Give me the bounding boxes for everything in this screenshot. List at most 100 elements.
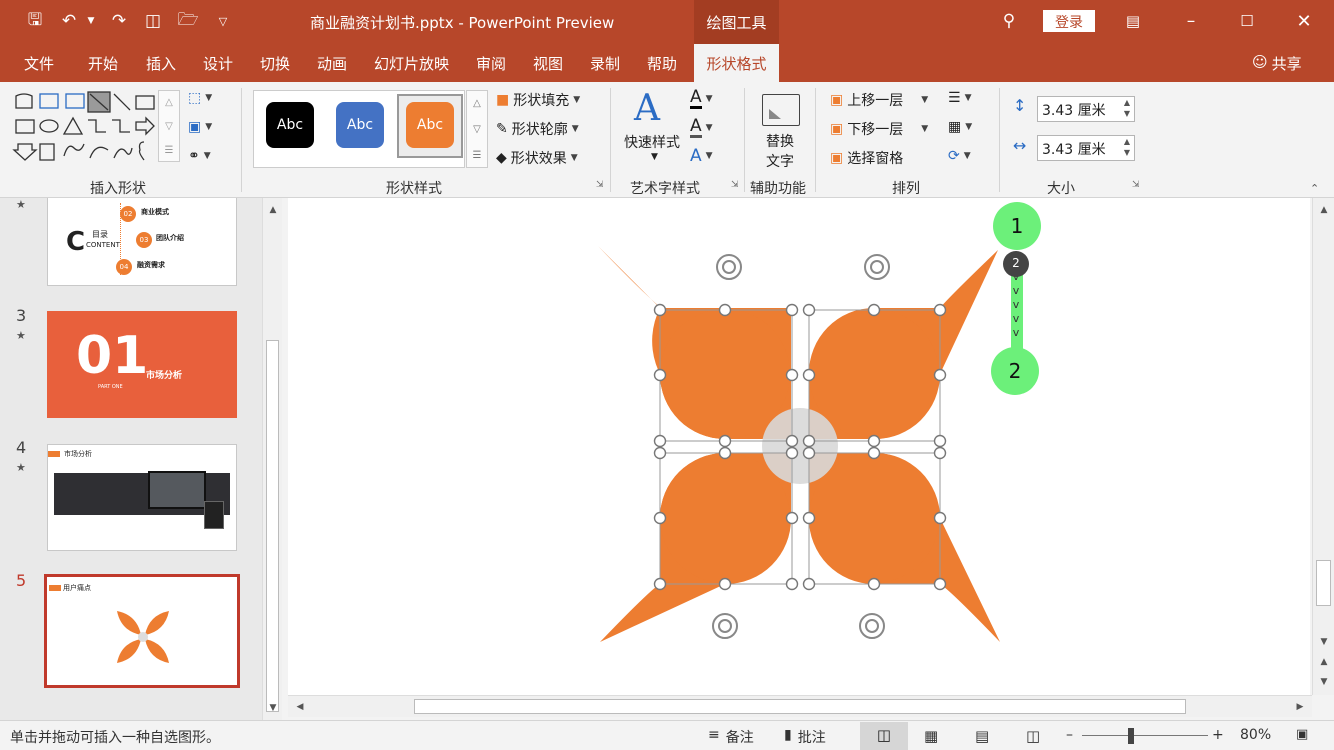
tab-review[interactable]: 审阅 bbox=[476, 53, 506, 74]
quick-styles-icon: A bbox=[634, 88, 660, 129]
slide-canvas[interactable]: v v v v v 1 2 2 bbox=[288, 198, 1310, 695]
canvas-horizontal-scrollbar[interactable]: ◀ ▶ bbox=[288, 695, 1312, 717]
annotation-label-mid: 2 bbox=[1012, 256, 1020, 270]
zoom-slider-thumb[interactable] bbox=[1128, 728, 1134, 744]
slideshow-icon[interactable]: ◫ bbox=[1026, 727, 1040, 745]
quick-styles-dropdown[interactable]: ▼ bbox=[651, 152, 658, 162]
maximize-icon[interactable]: ☐ bbox=[1234, 8, 1260, 34]
zoom-out-icon[interactable]: – bbox=[1066, 727, 1073, 743]
ribbon-display-icon[interactable]: ▤ bbox=[1120, 8, 1146, 34]
scroll-thumb[interactable] bbox=[414, 699, 1186, 714]
shape-effects-button[interactable]: ◆ 形状效果 ▼ bbox=[496, 148, 578, 168]
shape-fill-button[interactable]: ■ 形状填充 ▼ bbox=[496, 90, 580, 110]
tab-help[interactable]: 帮助 bbox=[647, 53, 677, 74]
save-icon[interactable]: 🖫 bbox=[22, 8, 48, 34]
shape-height-input[interactable]: 3.43 厘米 ▲ ▼ bbox=[1037, 96, 1135, 122]
slide-thumbnail-2[interactable]: C 目录 CONTENT 02 商业模式 03 团队介绍 04 融资需求 bbox=[47, 198, 237, 286]
login-button[interactable]: 登录 bbox=[1043, 10, 1095, 32]
spinner-icon[interactable]: ▲ ▼ bbox=[1124, 97, 1130, 119]
normal-view-button[interactable]: ◫ bbox=[860, 722, 908, 750]
scroll-down-icon[interactable]: ▼ bbox=[1316, 634, 1332, 650]
thumbnails-scrollbar[interactable]: ▲ ▼ bbox=[262, 198, 282, 720]
styles-gallery-scroll[interactable]: △ ▽ ☰ bbox=[466, 90, 488, 168]
tab-animations[interactable]: 动画 bbox=[317, 53, 347, 74]
tab-design[interactable]: 设计 bbox=[203, 53, 233, 74]
shapes-gallery-scroll[interactable]: △ ▽ ☰ bbox=[158, 90, 180, 162]
tab-transitions[interactable]: 切换 bbox=[260, 53, 290, 74]
previous-slide-icon[interactable]: ▲ bbox=[1316, 654, 1332, 670]
share-button[interactable]: ☺ 共享 bbox=[1252, 53, 1302, 74]
minimize-icon[interactable]: – bbox=[1178, 8, 1204, 34]
scroll-down-icon[interactable]: ▼ bbox=[265, 700, 281, 716]
notes-button[interactable]: ≡ 备注 bbox=[708, 727, 754, 747]
shape-width-input[interactable]: 3.43 厘米 ▲ ▼ bbox=[1037, 135, 1135, 161]
style-sample-orange[interactable]: Abc bbox=[406, 102, 454, 148]
redo-icon[interactable]: ↷ bbox=[106, 8, 132, 34]
tab-shape-format[interactable]: 形状格式 bbox=[694, 44, 779, 82]
tab-file[interactable]: 文件 bbox=[24, 53, 54, 74]
tab-slideshow[interactable]: 幻灯片放映 bbox=[374, 53, 449, 74]
slide3-caption: PART ONE bbox=[98, 384, 123, 390]
customize-qat-icon[interactable]: ▽ bbox=[210, 8, 236, 34]
scroll-left-icon[interactable]: ◀ bbox=[292, 699, 308, 715]
zoom-level[interactable]: 80% bbox=[1240, 727, 1271, 743]
zoom-slider[interactable] bbox=[1082, 735, 1208, 736]
dialog-launcher-icon[interactable]: ⇲ bbox=[731, 180, 739, 190]
text-effects-button[interactable]: A ▼ bbox=[690, 146, 713, 166]
shape-outline-button[interactable]: ✎ 形状轮廓 ▼ bbox=[496, 119, 579, 139]
search-icon[interactable]: ⚲ bbox=[996, 8, 1022, 34]
animation-star-icon: ★ bbox=[16, 461, 26, 474]
slide-thumbnail-3[interactable]: 01 市场分析 PART ONE bbox=[47, 311, 237, 418]
bring-forward-button[interactable]: ▣ 上移一层 ▼ bbox=[830, 90, 928, 110]
scroll-up-icon[interactable]: ▲ bbox=[1316, 202, 1332, 218]
align-button[interactable]: ☰ ▼ bbox=[948, 90, 971, 106]
group-button[interactable]: ▦ ▼ bbox=[948, 119, 972, 135]
zoom-in-icon[interactable]: + bbox=[1212, 727, 1224, 743]
tab-view[interactable]: 视图 bbox=[533, 53, 563, 74]
canvas-vertical-scrollbar[interactable]: ▲ ▼ ▲ ▼ bbox=[1312, 198, 1334, 695]
slide5-title: 用户痛点 bbox=[63, 584, 91, 592]
edit-shape-button[interactable]: ⬚ ▼ bbox=[188, 90, 212, 106]
scroll-thumb[interactable] bbox=[266, 340, 279, 712]
present-icon[interactable]: ◫ bbox=[140, 8, 166, 34]
tab-record[interactable]: 录制 bbox=[590, 53, 620, 74]
scroll-right-icon[interactable]: ▶ bbox=[1292, 699, 1308, 715]
quick-styles-button[interactable]: 快速样式 bbox=[624, 132, 680, 152]
reading-view-icon[interactable]: ▤ bbox=[975, 727, 989, 745]
width-icon: ↔ bbox=[1013, 136, 1027, 155]
slide-thumbnail-5[interactable]: 用户痛点 bbox=[44, 574, 240, 688]
svg-text:v: v bbox=[1013, 312, 1020, 325]
scroll-thumb[interactable] bbox=[1316, 560, 1331, 606]
undo-dropdown-icon[interactable]: ▼ bbox=[84, 8, 98, 34]
selection-pane-button[interactable]: ▣ 选择窗格 bbox=[830, 148, 903, 168]
text-outline-button[interactable]: A ▼ bbox=[690, 117, 713, 138]
group-icon: ▦ bbox=[948, 119, 962, 135]
shapes-gallery[interactable] bbox=[12, 90, 162, 170]
alt-text-button[interactable]: 替换 文字 bbox=[766, 132, 794, 172]
dialog-launcher-icon[interactable]: ⇲ bbox=[1132, 180, 1140, 190]
send-backward-button[interactable]: ▣ 下移一层 ▼ bbox=[830, 119, 928, 139]
next-slide-icon[interactable]: ▼ bbox=[1316, 674, 1332, 690]
slide-number-selected: 5 bbox=[16, 571, 27, 590]
rotate-button[interactable]: ⟳ ▼ bbox=[948, 148, 971, 164]
undo-icon[interactable]: ↶ bbox=[56, 8, 82, 34]
cursor-highlight bbox=[762, 408, 838, 484]
text-fill-button[interactable]: A ▼ bbox=[690, 88, 713, 109]
close-icon[interactable]: ✕ bbox=[1291, 8, 1317, 34]
spinner-icon[interactable]: ▲ ▼ bbox=[1124, 136, 1130, 158]
collapse-ribbon-icon[interactable]: ⌃ bbox=[1310, 182, 1319, 195]
slide-sorter-icon[interactable]: ▦ bbox=[924, 727, 938, 745]
open-folder-icon[interactable]: 🗁 bbox=[175, 8, 201, 34]
style-sample-blue[interactable]: Abc bbox=[336, 102, 384, 148]
dialog-launcher-icon[interactable]: ⇲ bbox=[596, 180, 604, 190]
comments-button[interactable]: ▮ 批注 bbox=[784, 727, 826, 747]
textbox-button[interactable]: ▣ ▼ bbox=[188, 119, 212, 135]
tab-home[interactable]: 开始 bbox=[88, 53, 118, 74]
slide-thumbnail-4[interactable]: 市场分析 bbox=[47, 444, 237, 551]
slide3-subtitle: 市场分析 bbox=[146, 371, 183, 381]
tab-insert[interactable]: 插入 bbox=[146, 53, 176, 74]
fit-to-window-icon[interactable]: ▣ bbox=[1296, 727, 1308, 742]
style-sample-black[interactable]: Abc bbox=[266, 102, 314, 148]
merge-shapes-button[interactable]: ⚭ ▼ bbox=[188, 148, 211, 164]
scroll-up-icon[interactable]: ▲ bbox=[265, 202, 281, 218]
